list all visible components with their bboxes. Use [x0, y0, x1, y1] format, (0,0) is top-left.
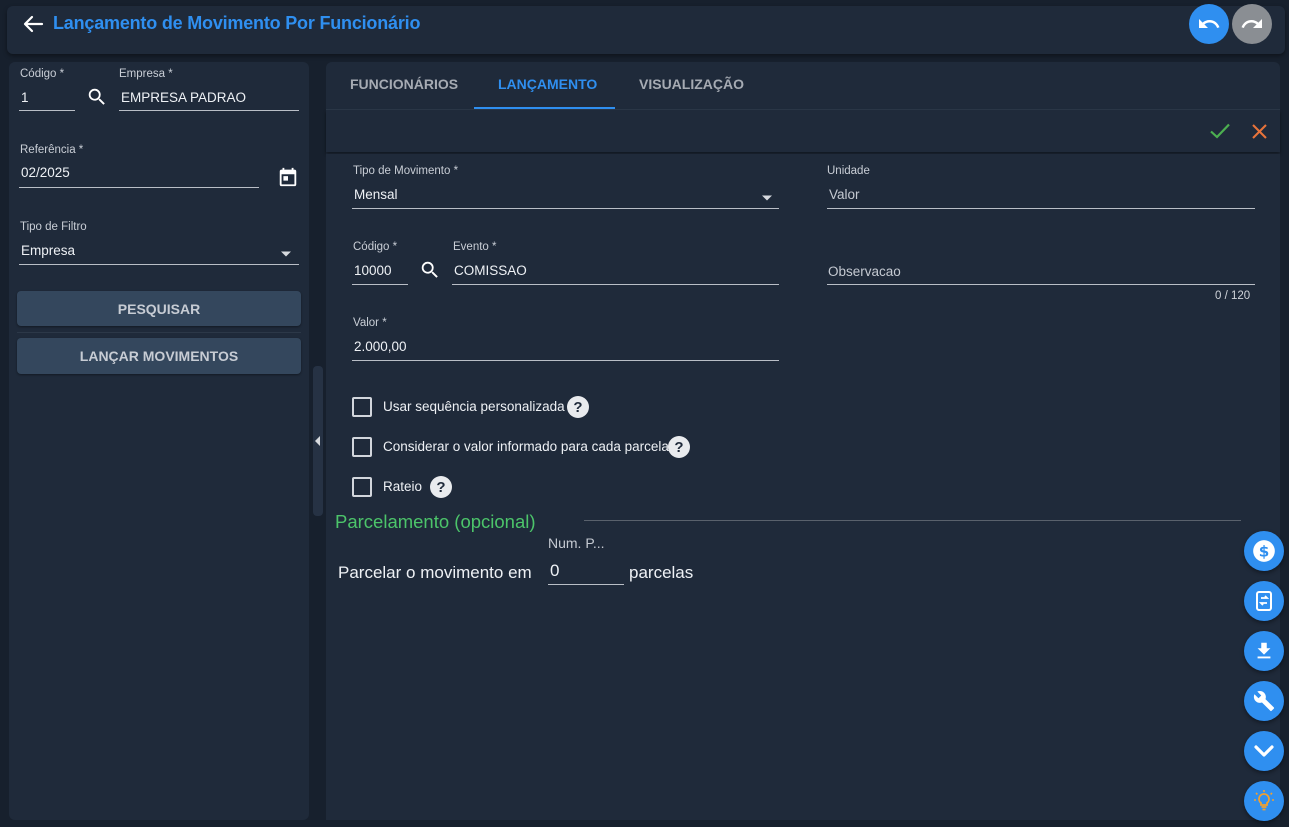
divider — [17, 332, 301, 333]
sequencia-checkbox[interactable] — [352, 397, 372, 417]
tools-fab-button[interactable] — [1244, 681, 1284, 721]
empresa-input[interactable]: EMPRESA PADRAO — [121, 90, 246, 105]
evento-underline — [452, 284, 779, 285]
rateio-checkbox[interactable] — [352, 477, 372, 497]
help-icon[interactable]: ? — [567, 396, 589, 418]
lancar-movimentos-button[interactable]: LANÇAR MOVIMENTOS — [17, 338, 301, 374]
lightbulb-icon — [1254, 790, 1274, 811]
referencia-input[interactable]: 02/2025 — [21, 165, 70, 180]
confirm-check-icon[interactable] — [1209, 121, 1231, 146]
help-icon[interactable]: ? — [430, 476, 452, 498]
evento-label: Evento * — [453, 241, 497, 253]
tab-visualizacao[interactable]: VISUALIZAÇÃO — [639, 76, 744, 92]
empresa-label: Empresa * — [119, 68, 173, 80]
tipo-filtro-select[interactable]: Empresa — [21, 243, 75, 258]
num-parcelas-underline — [548, 584, 624, 585]
unidade-underline — [827, 208, 1255, 209]
sequencia-checkbox-label: Usar sequência personalizada — [383, 399, 565, 414]
tipo-movimento-select[interactable]: Mensal — [354, 187, 398, 202]
transfer-document-icon — [1256, 591, 1272, 611]
evento-codigo-underline — [352, 284, 408, 285]
valor-parcela-checkbox[interactable] — [352, 437, 372, 457]
dollar-icon: $ — [1253, 540, 1275, 562]
referencia-label: Referência * — [20, 144, 84, 156]
tab-funcionarios[interactable]: FUNCIONÁRIOS — [350, 76, 458, 92]
cancel-close-icon[interactable] — [1251, 123, 1268, 145]
unidade-field: Valor — [829, 187, 860, 202]
money-fab-button[interactable]: $ — [1244, 531, 1284, 571]
panel-splitter[interactable] — [313, 366, 323, 516]
ideas-fab-button[interactable] — [1244, 781, 1284, 821]
codigo-underline — [19, 110, 75, 111]
chevron-down-icon — [1254, 745, 1274, 757]
download-fab-button[interactable] — [1244, 631, 1284, 671]
pesquisar-button[interactable]: PESQUISAR — [17, 291, 301, 326]
undo-button[interactable] — [1189, 4, 1229, 44]
referencia-underline — [19, 187, 259, 188]
tab-bar — [326, 62, 1280, 110]
parcelar-suffix-text: parcelas — [629, 563, 694, 582]
tipo-filtro-underline — [19, 264, 299, 265]
tipo-filtro-label: Tipo de Filtro — [20, 221, 87, 233]
tab-lancamento[interactable]: LANÇAMENTO — [498, 76, 597, 92]
parcelamento-section-title: Parcelamento (opcional) — [335, 511, 536, 532]
evento-codigo-label: Código * — [353, 241, 398, 253]
action-bar — [326, 110, 1280, 152]
empresa-underline — [119, 110, 299, 111]
unidade-label: Unidade — [827, 165, 870, 177]
rateio-checkbox-label: Rateio — [383, 479, 423, 494]
valor-input[interactable]: 2.000,00 — [354, 339, 407, 354]
observacao-input[interactable]: Observacao — [828, 264, 901, 279]
valor-label: Valor * — [353, 317, 387, 329]
redo-icon — [1241, 19, 1262, 28]
collapse-left-icon — [315, 436, 320, 446]
transfer-fab-button[interactable] — [1244, 581, 1284, 621]
parcelar-prefix-text: Parcelar o movimento em — [338, 563, 532, 582]
section-divider — [584, 520, 1241, 521]
download-icon — [1257, 642, 1271, 659]
back-arrow-icon[interactable] — [20, 13, 46, 35]
chevron-down-icon[interactable] — [280, 245, 292, 263]
redo-button[interactable] — [1232, 4, 1272, 44]
wrench-icon — [1253, 691, 1275, 712]
form-area — [326, 154, 1280, 820]
codigo-label: Código * — [20, 68, 65, 80]
search-icon[interactable] — [86, 86, 108, 113]
svg-text:$: $ — [1259, 542, 1270, 560]
undo-icon — [1199, 19, 1220, 28]
chevron-down-icon[interactable] — [761, 189, 773, 207]
expand-fab-button[interactable] — [1244, 731, 1284, 771]
tipo-movimento-label: Tipo de Movimento * — [353, 165, 459, 177]
evento-codigo-input[interactable]: 10000 — [354, 263, 392, 278]
evento-input[interactable]: COMISSAO — [454, 263, 527, 278]
calendar-icon[interactable] — [277, 166, 299, 193]
active-tab-indicator — [474, 107, 615, 109]
page-title: Lançamento de Movimento Por Funcionário — [53, 13, 421, 33]
help-icon[interactable]: ? — [668, 436, 690, 458]
num-parcelas-input[interactable]: 0 — [550, 561, 559, 581]
codigo-input[interactable]: 1 — [21, 90, 29, 105]
num-parcelas-label: Num. P... — [548, 535, 605, 551]
valor-underline — [352, 360, 779, 361]
search-icon[interactable] — [419, 259, 441, 286]
tipo-movimento-underline — [352, 208, 779, 209]
observacao-counter: 0 / 120 — [1215, 290, 1251, 302]
valor-parcela-checkbox-label: Considerar o valor informado para cada p… — [383, 439, 669, 454]
observacao-underline — [827, 284, 1255, 285]
